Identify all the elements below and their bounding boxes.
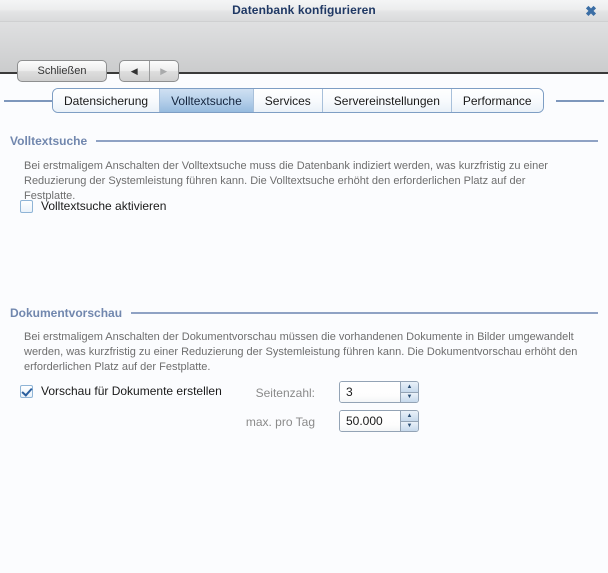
spinner-up-icon-seitenzahl[interactable]: ▲ [401,382,418,393]
checkbox-volltextsuche-aktivieren[interactable] [20,199,33,213]
tab-servereinstellungen[interactable]: Servereinstellungen [322,89,452,112]
close-button[interactable]: Schließen [17,60,107,82]
tab-rule-right [556,100,604,102]
checkbox-label-vorschau: Vorschau für Dokumente erstellen [41,384,222,398]
tab-bar: Datensicherung Volltextsuche Services Se… [0,88,608,114]
checkbox-label-volltextsuche: Volltextsuche aktivieren [41,199,167,213]
spinner-max-pro-tag[interactable]: 50.000 ▲ ▼ [339,410,419,432]
label-seitenzahl: Seitenzahl: [255,386,315,400]
tab-volltextsuche[interactable]: Volltextsuche [160,89,254,112]
checkbox-row-preview[interactable]: Vorschau für Dokumente erstellen [20,384,222,398]
section-header-fulltext: Volltextsuche [10,134,598,148]
tab-panel-volltextsuche: Volltextsuche Bei erstmaligem Anschalten… [0,114,608,573]
spinner-down-icon-seitenzahl[interactable]: ▼ [401,392,418,402]
arrow-right-icon[interactable]: ▶ [150,61,179,81]
checkbox-row-fulltext[interactable]: Volltextsuche aktivieren [20,199,166,213]
arrow-left-icon[interactable]: ◀ [120,61,150,81]
section-title-preview: Dokumentvorschau [10,306,123,320]
spinner-value-max-pro-tag[interactable]: 50.000 [340,411,400,431]
checkbox-vorschau-erstellen[interactable] [20,384,33,398]
spinner-down-icon-max-pro-tag[interactable]: ▼ [401,421,418,431]
tab-performance[interactable]: Performance [451,89,543,112]
close-icon[interactable]: ✖ [582,2,600,20]
spinner-seitenzahl[interactable]: 3 ▲ ▼ [339,381,419,403]
spinner-up-icon-max-pro-tag[interactable]: ▲ [401,411,418,422]
tab-services[interactable]: Services [253,89,323,112]
navigation-button-group: ◀ ▶ [119,60,179,82]
section-title-fulltext: Volltextsuche [10,134,88,148]
window-title: Datenbank konfigurieren [232,3,376,17]
toolbar: Schließen ◀ ▶ [0,22,608,82]
label-max-pro-tag: max. pro Tag [245,415,315,429]
section-divider-fulltext [96,140,598,142]
tab-datensicherung[interactable]: Datensicherung [53,89,161,112]
spinner-buttons-seitenzahl: ▲ ▼ [400,382,418,402]
spinner-buttons-max-pro-tag: ▲ ▼ [400,411,418,431]
section-header-preview: Dokumentvorschau [10,306,598,320]
section-description-fulltext: Bei erstmaligem Anschalten der Volltexts… [24,160,548,202]
spinner-value-seitenzahl[interactable]: 3 [340,382,400,402]
section-description-preview: Bei erstmaligem Anschalten der Dokumentv… [24,331,578,373]
title-bar: Datenbank konfigurieren ✖ [0,0,608,22]
section-divider-preview [131,312,598,314]
tab-rule-left [4,100,52,102]
tab-group: Datensicherung Volltextsuche Services Se… [52,88,544,113]
